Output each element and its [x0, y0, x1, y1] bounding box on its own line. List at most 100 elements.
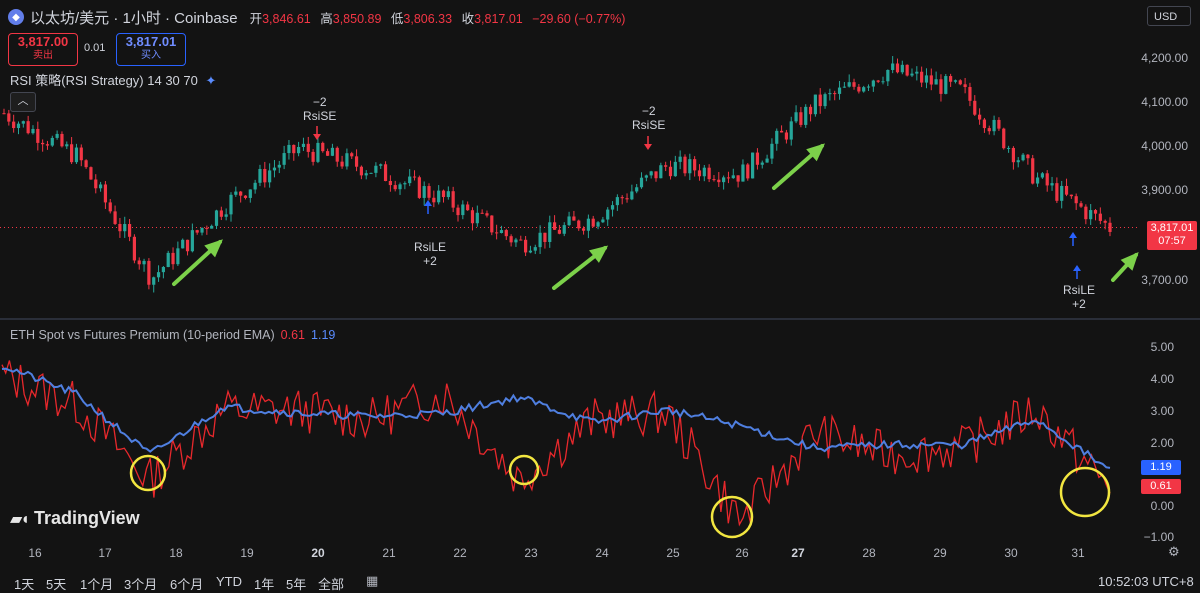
- sparkle-icon[interactable]: ✦: [205, 73, 216, 88]
- candle-body: [277, 164, 281, 168]
- candle-body: [654, 171, 658, 179]
- candle-body: [808, 106, 813, 115]
- candle-body: [649, 171, 653, 176]
- candle-body: [697, 170, 702, 177]
- candle-body: [345, 153, 349, 167]
- candle-body: [601, 219, 605, 223]
- candle-body: [702, 167, 706, 177]
- time-axis-label: 23: [524, 546, 538, 560]
- candle-body: [1031, 158, 1035, 184]
- indicator-axis-label: 4.00: [1150, 372, 1174, 386]
- timeframe-button[interactable]: YTD: [216, 574, 242, 589]
- signal-long-entry[interactable]: RsiLE +2: [1063, 283, 1095, 311]
- timeframe-button[interactable]: 1个月: [80, 574, 113, 593]
- candle-body: [403, 183, 407, 185]
- settings-gear-icon[interactable]: ⚙: [1168, 544, 1180, 560]
- candle-body: [910, 73, 914, 76]
- candle-body: [866, 86, 871, 88]
- candle-body: [664, 165, 668, 167]
- candle-body: [818, 94, 822, 107]
- low-label: 低: [390, 11, 404, 26]
- candle-body: [668, 166, 673, 177]
- candle-body: [924, 75, 929, 83]
- signal-name: RsiLE: [414, 240, 447, 254]
- highlight-circle: [508, 454, 540, 486]
- timeframe-button[interactable]: 1年: [254, 574, 274, 593]
- currency-select[interactable]: USD: [1147, 6, 1191, 26]
- candle-body: [528, 250, 533, 253]
- candle-body: [625, 198, 629, 200]
- candle-body: [31, 128, 35, 134]
- high-label: 高: [320, 11, 333, 26]
- candle-body: [176, 248, 180, 265]
- timeframe-button[interactable]: 1天: [14, 574, 34, 593]
- candle-body: [258, 168, 262, 183]
- candle-body: [1055, 183, 1059, 201]
- candle-body: [1093, 210, 1098, 214]
- candle-body: [741, 164, 745, 182]
- candle-body: [514, 239, 518, 243]
- calendar-icon[interactable]: ▦: [366, 573, 378, 589]
- candle-body: [1016, 160, 1020, 163]
- candle-body: [823, 94, 827, 107]
- candle-body: [388, 180, 392, 186]
- timeframe-button[interactable]: 3个月: [124, 574, 157, 593]
- candle-body: [311, 151, 315, 162]
- price-axis-label: 4,200.00: [1141, 51, 1188, 65]
- candle-body: [953, 80, 958, 82]
- signal-short-entry[interactable]: −2 RsiSE: [632, 104, 665, 132]
- time-axis-label: 18: [169, 546, 183, 560]
- timeframe-button[interactable]: 6个月: [170, 574, 203, 593]
- candle-body: [548, 222, 552, 242]
- strategy-legend[interactable]: RSI 策略(RSI Strategy) 14 30 70 ✦: [10, 70, 216, 89]
- signal-short-entry[interactable]: −2 RsiSE: [303, 95, 336, 123]
- candle-body: [156, 272, 161, 278]
- candle-body: [422, 186, 426, 198]
- collapse-legend-button[interactable]: ︿: [10, 92, 36, 112]
- candle-body: [837, 87, 842, 94]
- candle-body: [137, 260, 141, 265]
- candle-body: [427, 186, 431, 198]
- candle-body: [1074, 196, 1078, 204]
- candle-body: [393, 185, 397, 190]
- candle-body: [615, 197, 619, 206]
- time-axis-label: 24: [595, 546, 609, 560]
- low-value: 3,806.33: [403, 11, 453, 26]
- trend-arrow: [772, 143, 826, 190]
- candle-body: [707, 167, 711, 180]
- timeframe-button[interactable]: 全部: [318, 574, 344, 593]
- sell-button[interactable]: 3,817.00 卖出: [8, 33, 78, 66]
- candle-body: [852, 82, 856, 87]
- price-axis-label: 3,900.00: [1141, 183, 1188, 197]
- candle-body: [596, 222, 600, 227]
- buy-button[interactable]: 3,817.01 买入: [116, 33, 186, 66]
- candle-body: [171, 252, 175, 265]
- candle-body: [1079, 203, 1083, 207]
- indicator-legend[interactable]: ETH Spot vs Futures Premium (10-period E…: [10, 328, 335, 342]
- clock[interactable]: 10:52:03 UTC+8: [1098, 574, 1194, 589]
- candle-body: [987, 128, 991, 132]
- candle-body: [374, 165, 378, 173]
- candle-body: [437, 190, 441, 203]
- price-pane: [0, 56, 1140, 293]
- signal-long-entry[interactable]: RsiLE +2: [414, 240, 446, 268]
- candle-body: [881, 81, 885, 83]
- symbol-title[interactable]: 以太坊/美元 · 1小时 · Coinbase: [30, 7, 238, 28]
- timeframe-button[interactable]: 5天: [46, 574, 66, 593]
- long-entry-arrow-head: [424, 200, 432, 206]
- timeframe-button[interactable]: 5年: [286, 574, 306, 593]
- candle-body: [886, 69, 890, 82]
- candle-body: [12, 121, 16, 129]
- candle-body: [639, 177, 644, 188]
- change-value: −29.60 (−0.77%): [532, 11, 626, 26]
- tradingview-logo[interactable]: ▰◖ TradingView: [10, 508, 140, 529]
- sell-label: 卖出: [33, 50, 53, 61]
- candle-body: [325, 151, 330, 156]
- candle-body: [1045, 173, 1049, 186]
- sell-price: 3,817.00: [17, 34, 69, 49]
- ethereum-icon: ◆: [8, 9, 24, 25]
- long-entry-arrow-head: [1069, 232, 1077, 238]
- candle-body: [920, 71, 924, 83]
- candle-body: [765, 158, 769, 163]
- candle-body: [813, 94, 817, 115]
